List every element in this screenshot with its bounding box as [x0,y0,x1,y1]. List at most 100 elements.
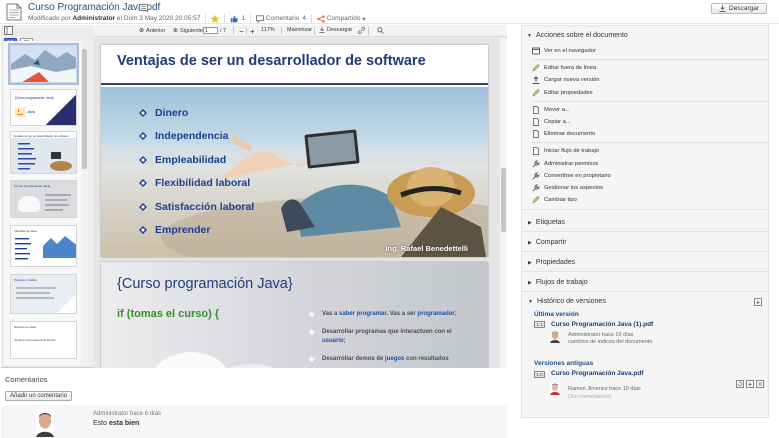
shared-dropdown[interactable]: Compartido [327,15,361,22]
thumbnail-page-7[interactable]: Sintaxis en Java Syntaxis una prueba Hol… [10,321,77,359]
share-icon[interactable] [317,14,325,23]
advantages-list: Dinero Independencia Empleabilidad Flexibil… [139,101,254,242]
zoom-select[interactable]: 117% [261,27,275,33]
section-flujos[interactable]: ▶ Flujos de trabajo [528,279,588,286]
scrollbar-handle[interactable] [82,49,87,169]
old-version-comment: (Sin comentarios) [568,394,612,400]
link-icon[interactable] [358,27,365,34]
action-item[interactable]: Mover a... [532,104,768,116]
view-icon[interactable] [756,380,764,388]
action-item[interactable]: Editar propiedades [532,87,768,99]
action-item[interactable]: Convertirse en propietario [532,170,768,182]
slide-signature: Ing. Rafael Benedettelli [385,244,468,253]
revert-icon[interactable] [736,380,744,388]
search-icon[interactable] [377,27,384,34]
add-comment-button[interactable]: Añadir un comentario [5,391,73,401]
download-icon[interactable] [754,298,762,306]
comment-list: Administrator hace 6 días Esto esta bien [1,405,507,438]
divider [522,231,768,232]
modified-prefix: Modificado por [28,15,71,22]
action-item[interactable]: Gestionar los aspectos [532,182,768,194]
thumbnail-scrollbar[interactable] [81,41,88,365]
action-item[interactable]: Copiar a... [532,116,768,128]
action-item[interactable]: Ver en el navegador [532,45,768,57]
thumbnail-7-text: Syntaxis una prueba Hola Mundo [14,338,56,342]
copy-link-icon[interactable] [139,4,148,11]
text-run: ; [454,311,457,317]
thumbnail-page-1[interactable] [8,43,79,85]
page-number-input[interactable] [203,27,218,34]
maximize-button[interactable]: Maximizar [287,27,312,33]
section-label: Etiquetas [535,219,566,226]
change-type-icon [532,196,540,204]
thumbnail-6-title: {Sintaxis y Estilo} [14,278,38,282]
page-scrollbar[interactable] [500,38,507,368]
download-icon[interactable] [746,380,754,388]
action-label: Ver en el navegador [544,48,596,55]
download-button[interactable]: Descargar [711,3,767,14]
action-item[interactable]: Editar fuera de línea [532,62,768,74]
list-item-label: Satisfacción laboral [155,200,255,213]
thumbnail-page-4[interactable]: {Curso programación Java} [10,180,77,218]
old-version-name[interactable]: Curso Programación Java.pdf [551,370,643,377]
expand-triangle-icon: ▶ [528,219,532,226]
diamond-bullet-icon [139,108,147,117]
text-run: . Vas a ser [386,311,418,317]
comment-icon[interactable] [255,14,264,23]
chevron-down-icon[interactable]: ▾ [362,15,365,23]
text-run: con resultados [404,356,449,362]
scrollbar-handle[interactable] [501,168,506,232]
text-run: ; [343,338,346,344]
section-etiquetas[interactable]: ▶ Etiquetas [528,219,565,226]
document-actions-list: Ver en el navegador Editar fuera de línea… [532,45,768,206]
page-canvas: Ventajas de ser un desarrollador de soft… [93,38,500,368]
avatar[interactable] [36,411,54,437]
next-page-button[interactable]: ⊕ Siguiente [173,27,203,35]
action-item[interactable]: Cargar nueva versión [532,74,768,86]
action-label: Mover a... [544,106,570,113]
modified-user[interactable]: Administrator [72,15,115,22]
action-label: Convertirse en propietario [544,172,611,179]
action-item[interactable]: Administrar permisos [532,158,768,170]
action-item[interactable]: Eliminar documento [532,128,768,140]
toolbar-download-button[interactable]: Descargar [319,27,352,33]
sidebar-toggle-icon[interactable] [4,26,13,35]
favorite-star-icon[interactable] [211,14,220,23]
latest-version-name[interactable]: Curso Programación Java (1).pdf [551,321,653,328]
slide-rule [101,83,488,85]
expand-triangle-icon: ▶ [528,259,532,266]
document-header: Curso Programación Java.pdf Modificado p… [0,0,779,24]
prev-page-button[interactable]: ⊕ Anterior [139,27,165,35]
section-historico[interactable]: ▼ Histórico de versiones [528,298,606,305]
list-item: Independencia [139,125,254,149]
zoom-out-icon[interactable]: − [239,27,244,36]
latest-version-author: Administrator hace 10 días [568,332,634,338]
thumbnail-page-5[interactable]: Ventajas de Java [10,225,77,267]
slide-title: {Curso programación Java} [117,276,293,292]
like-icon[interactable] [230,15,239,23]
divider [522,291,768,292]
divider [224,14,226,23]
thumbnail-page-3[interactable]: Ventajas de ser un desarrollador de soft… [10,131,77,174]
version-badge: 1.0 [534,371,545,378]
section-propiedades[interactable]: ▶ Propiedades [528,259,575,266]
diamond-bullet-icon [139,226,147,235]
thumbnail-page-6[interactable]: {Sintaxis y Estilo} [10,274,77,314]
divider [368,27,369,35]
text-run: programador [417,311,455,317]
pdf-toolbar: ⊕Anterior ⊕Siguiente / 7 − + 117% Maximi… [93,25,507,37]
actions-section-header[interactable]: ▼ Acciones sobre el documento [527,32,628,39]
star-bullet-icon: ★ [308,328,316,337]
comment-link[interactable]: Comentario [266,15,300,22]
text-run: saber programar [339,311,387,317]
section-compartir[interactable]: ▶ Compartir [528,239,567,246]
action-item[interactable]: Cambiar tipo [532,194,768,206]
list-item-label: Emprender [155,224,211,237]
thumbnail-page-2[interactable]: {Curso programación Java} Java [10,89,77,126]
java-wordmark: Java [27,110,35,114]
zoom-in-icon[interactable]: + [250,27,255,36]
action-item[interactable]: Iniciar flujo de trabajo [532,145,768,157]
text-run: Desarrollar demos de [322,356,386,362]
list-item: Empleabilidad [139,148,254,172]
text-run: Esto [93,420,109,427]
